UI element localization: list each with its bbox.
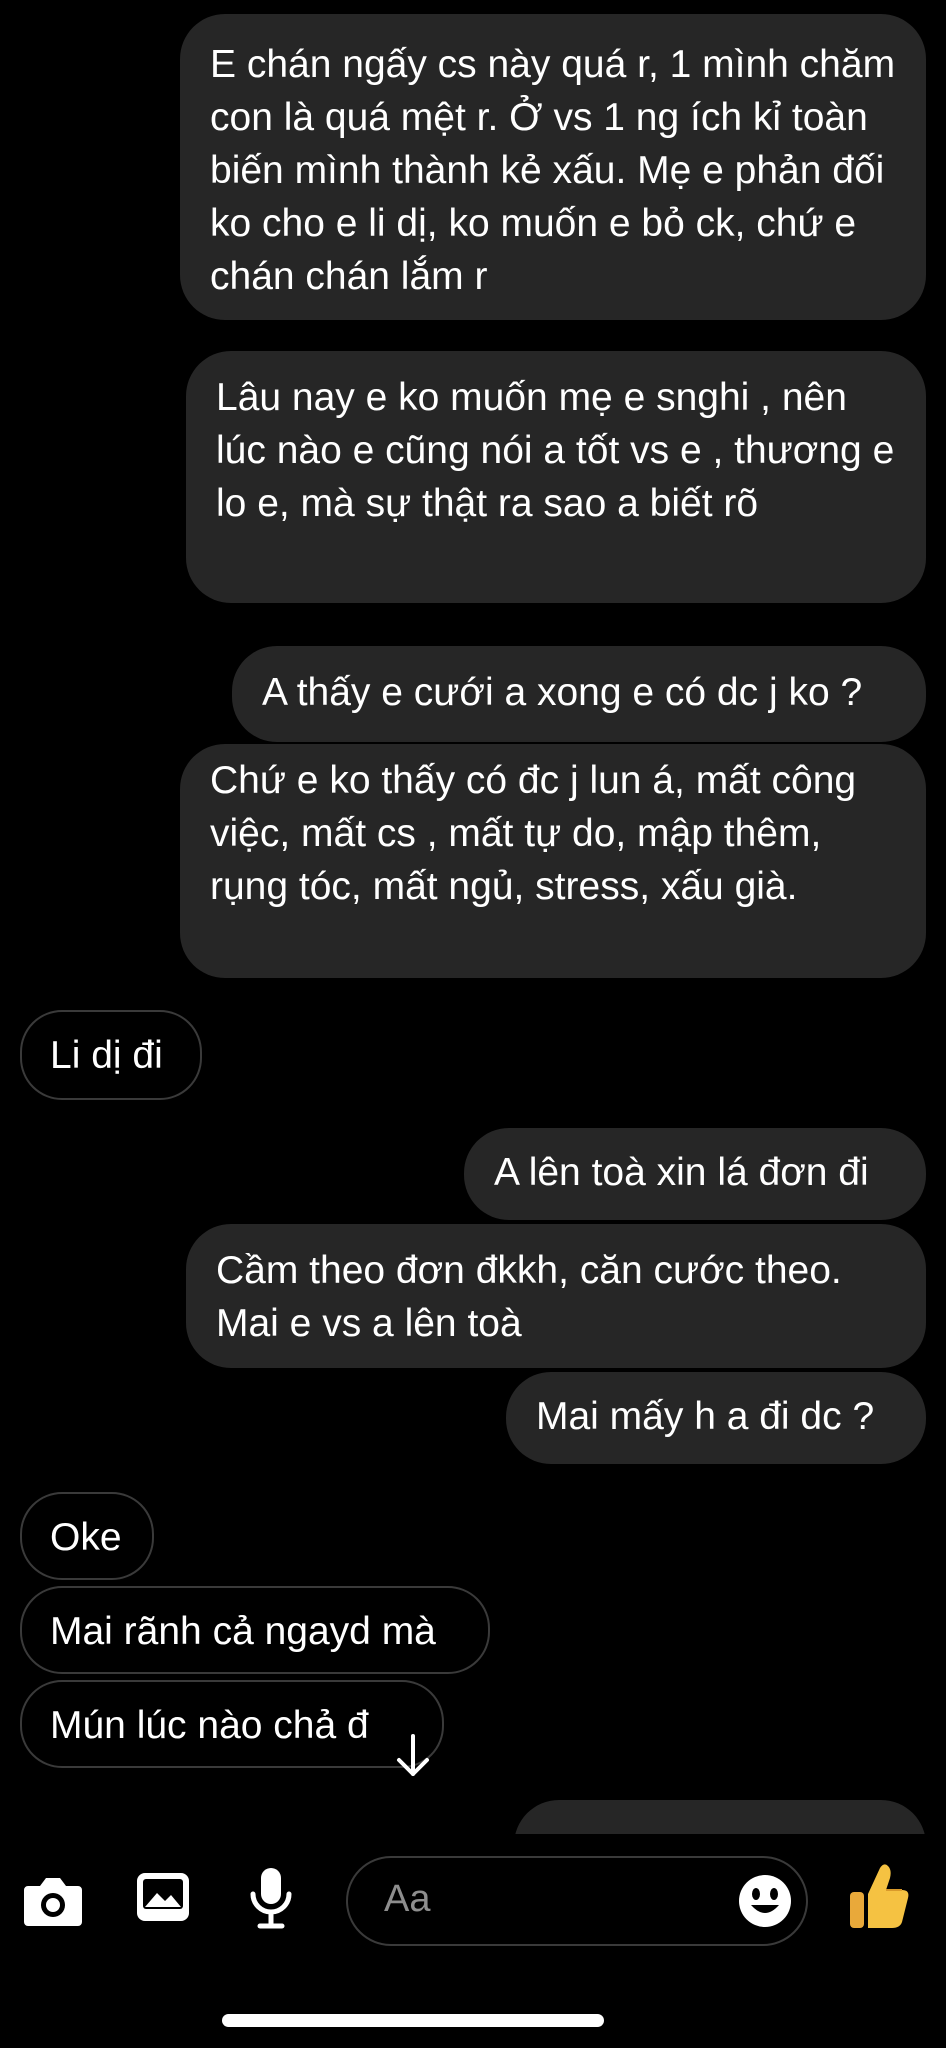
message-bubble-outgoing[interactable]: A lên toà xin lá đơn đi: [464, 1128, 926, 1220]
message-input-placeholder: Aa: [384, 1878, 431, 1920]
message-bubble-outgoing[interactable]: Mai mấy h a đi dc ?: [506, 1372, 926, 1464]
message-bubble-incoming[interactable]: Oke: [20, 1492, 154, 1580]
message-text: Mai mấy h a đi dc ?: [536, 1395, 875, 1438]
message-text: E chán ngấy cs này quá r, 1 mình chăm co…: [210, 43, 896, 298]
emoji-button[interactable]: [736, 1872, 794, 1930]
message-bubble-incoming[interactable]: Li dị đi: [20, 1010, 202, 1100]
photo-icon: [137, 1873, 189, 1921]
scroll-to-bottom-button[interactable]: [388, 1728, 438, 1784]
message-text: A thấy e cưới a xong e có dc j ko ?: [262, 671, 863, 714]
thumbs-up-icon: [850, 1864, 909, 1928]
message-text: Lâu nay e ko muốn mẹ e snghi , nên lúc n…: [216, 376, 895, 525]
message-text: Mai rãnh cả ngayd mà: [50, 1610, 436, 1653]
message-bubble-outgoing[interactable]: Lâu nay e ko muốn mẹ e snghi , nên lúc n…: [186, 351, 926, 603]
message-bubble-incoming[interactable]: Mún lúc nào chả đ: [20, 1680, 444, 1768]
like-button[interactable]: [842, 1858, 916, 1936]
message-text: Chứ e ko thấy có đc j lun á, mất công vi…: [210, 759, 857, 908]
message-input[interactable]: Aa: [346, 1856, 808, 1946]
message-bubble-outgoing[interactable]: A thấy e cưới a xong e có dc j ko ?: [232, 646, 926, 742]
chat-screen: E chán ngấy cs này quá r, 1 mình chăm co…: [0, 0, 946, 2048]
voice-button[interactable]: [238, 1862, 304, 1934]
message-bubble-incoming[interactable]: Mai rãnh cả ngayd mà: [20, 1586, 490, 1674]
message-text: Mún lúc nào chả đ: [50, 1704, 369, 1747]
home-indicator[interactable]: [222, 2014, 604, 2027]
gallery-button[interactable]: [130, 1864, 196, 1930]
message-bubble-outgoing[interactable]: E chán ngấy cs này quá r, 1 mình chăm co…: [180, 14, 926, 320]
message-text: A lên toà xin lá đơn đi: [494, 1151, 869, 1194]
message-text: Oke: [50, 1516, 122, 1559]
camera-icon: [24, 1878, 82, 1926]
message-bubble-outgoing[interactable]: Cầm theo đơn đkkh, căn cước theo. Mai e …: [186, 1224, 926, 1368]
arrow-down-icon: [397, 1734, 429, 1776]
message-text: Li dị đi: [50, 1034, 163, 1077]
camera-button[interactable]: [20, 1868, 86, 1934]
emoji-icon: [739, 1875, 791, 1927]
message-bubble-outgoing[interactable]: Chứ e ko thấy có đc j lun á, mất công vi…: [180, 744, 926, 978]
microphone-icon: [250, 1868, 292, 1929]
message-text: Cầm theo đơn đkkh, căn cước theo. Mai e …: [216, 1249, 842, 1345]
